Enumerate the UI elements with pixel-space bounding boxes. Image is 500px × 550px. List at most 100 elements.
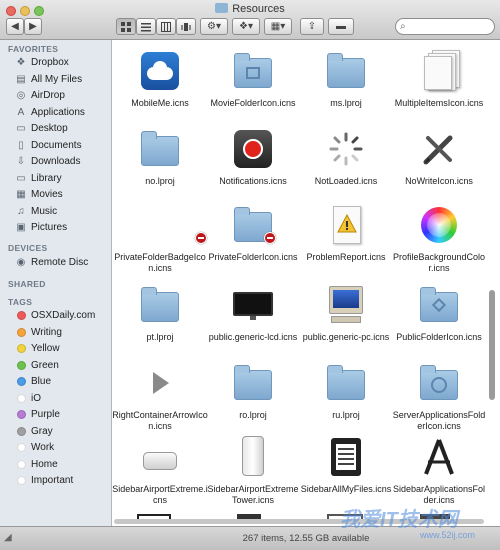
remote-disc-icon: ◉ <box>16 256 26 268</box>
file-item[interactable]: PrivateFolderIcon.icns <box>205 204 301 286</box>
file-item[interactable]: ru.lproj <box>298 362 394 444</box>
sidebar-item-label: Blue <box>31 375 52 387</box>
downloads-icon: ⇩ <box>16 155 26 167</box>
tag-color-dot <box>16 393 26 403</box>
tags-button[interactable]: ▬ <box>328 18 354 35</box>
movie-folder-icon <box>232 50 274 92</box>
file-item[interactable]: ServerApplicationsFolderIcon.icns <box>391 362 487 444</box>
sidebar-item-airdrop[interactable]: ◎ AirDrop <box>0 87 111 103</box>
pictures-icon: ▣ <box>16 221 26 233</box>
dropbox-icon: ❖▾ <box>239 21 253 32</box>
file-item[interactable]: pt.lproj <box>112 284 208 366</box>
forward-button[interactable]: ▶ <box>24 18 42 35</box>
file-item[interactable]: MultipleItemsIcon.icns <box>391 50 487 132</box>
sidebar-tag-green[interactable]: Green <box>0 357 111 373</box>
sidebar-item-label: iO <box>31 392 41 404</box>
file-name: ms.lproj <box>330 98 362 108</box>
file-item[interactable]: RightContainerArrowIcon.icns <box>112 362 208 444</box>
file-icon-grid: MobileMe.icns MovieFolderIcon.icns ms.lp… <box>112 40 500 526</box>
dropbox-menu-button[interactable]: ❖▾ <box>232 18 260 35</box>
cover-flow-button[interactable] <box>176 18 196 35</box>
tag-icon: ▬ <box>336 21 346 32</box>
sidebar-item-movies[interactable]: ▦ Movies <box>0 186 111 202</box>
file-item[interactable]: SidebarAirportExtreme.icns <box>112 436 208 518</box>
sidebar-item-documents[interactable]: ▯ Documents <box>0 137 111 153</box>
file-item[interactable]: public.generic-lcd.icns <box>205 284 301 366</box>
column-view-button[interactable] <box>156 18 176 35</box>
sidebar-tag-important[interactable]: Important <box>0 472 111 488</box>
file-item[interactable]: ProfileBackgroundColor.icns <box>391 204 487 286</box>
documents-icon: ▯ <box>18 139 24 151</box>
color-wheel-icon <box>418 204 460 246</box>
file-item[interactable]: SidebarAirportExtremeTower.icns <box>205 436 301 518</box>
favorites-heading: FAVORITES <box>8 44 59 54</box>
sidebar-tag-gray[interactable]: Gray <box>0 423 111 439</box>
sidebar-item-label: Movies <box>31 188 63 200</box>
folder-icon <box>139 128 181 170</box>
sidebar-item-downloads[interactable]: ⇩ Downloads <box>0 153 111 169</box>
icon-view-button[interactable] <box>116 18 136 35</box>
notifications-icon <box>232 128 274 170</box>
file-item[interactable]: MobileMe.icns <box>112 50 208 132</box>
back-button[interactable]: ◀ <box>6 18 24 35</box>
tags-heading: TAGS <box>8 297 33 307</box>
tag-color-dot <box>16 409 26 419</box>
sidebar-item-label: Home <box>31 458 58 470</box>
sidebar-tag-writing[interactable]: Writing <box>0 324 111 340</box>
resize-handle-icon[interactable]: ◢ <box>4 532 12 543</box>
sidebar-tag-osxdaily[interactable]: OSXDaily.com <box>0 307 111 323</box>
file-name: SidebarAirportExtremeTower.icns <box>207 484 299 505</box>
search-input[interactable] <box>395 18 495 35</box>
file-item[interactable]: ProblemReport.icns <box>298 204 394 286</box>
sidebar-tag-blue[interactable]: Blue <box>0 373 111 389</box>
file-item[interactable]: NotLoaded.icns <box>298 128 394 210</box>
file-item[interactable]: Notifications.icns <box>205 128 301 210</box>
action-menu-button[interactable]: ⚙▾ <box>200 18 228 35</box>
sidebar-item-label: AirDrop <box>31 89 65 101</box>
file-name: public.generic-lcd.icns <box>208 332 298 342</box>
file-item[interactable]: ro.lproj <box>205 362 301 444</box>
file-item[interactable]: no.lproj <box>112 128 208 210</box>
airport-extreme-icon <box>139 436 181 478</box>
sidebar-item-label: Green <box>31 359 59 371</box>
folder-icon <box>215 3 229 13</box>
sidebar-item-pictures[interactable]: ▣ Pictures <box>0 219 111 235</box>
file-item[interactable]: ms.lproj <box>298 50 394 132</box>
file-name: no.lproj <box>145 176 175 186</box>
share-button[interactable]: ⇪ <box>300 18 324 35</box>
search-icon: ⌕ <box>400 21 406 32</box>
sidebar-item-desktop[interactable]: ▭ Desktop <box>0 120 111 136</box>
sidebar-item-applications[interactable]: A Applications <box>0 104 111 120</box>
generic-pc-icon <box>325 284 367 326</box>
tag-color-dot <box>16 442 26 452</box>
sidebar-tag-io[interactable]: iO <box>0 390 111 406</box>
file-item[interactable]: PublicFolderIcon.icns <box>391 284 487 366</box>
sidebar-item-library[interactable]: ▭ Library <box>0 170 111 186</box>
sidebar-item-music[interactable]: ♫ Music <box>0 203 111 219</box>
file-item[interactable]: MovieFolderIcon.icns <box>205 50 301 132</box>
forward-arrow-icon: ▶ <box>29 21 37 32</box>
not-loaded-icon <box>325 128 367 170</box>
sidebar-tag-purple[interactable]: Purple <box>0 406 111 422</box>
sidebar-tag-yellow[interactable]: Yellow <box>0 340 111 356</box>
sidebar-item-label: Important <box>31 474 74 486</box>
file-name: public.generic-pc.icns <box>302 332 390 342</box>
list-view-button[interactable] <box>136 18 156 35</box>
sidebar-item-label: Downloads <box>31 155 81 167</box>
file-name: ru.lproj <box>332 410 360 420</box>
file-item[interactable]: PrivateFolderBadgeIcon.icns <box>112 204 208 286</box>
file-item[interactable]: NoWriteIcon.icns <box>391 128 487 210</box>
file-name: PrivateFolderIcon.icns <box>208 252 298 262</box>
vertical-scrollbar[interactable] <box>489 290 495 400</box>
sidebar-item-remote-disc[interactable]: ◉ Remote Disc <box>0 254 111 270</box>
file-item[interactable]: public.generic-pc.icns <box>298 284 394 366</box>
sidebar-item-dropbox[interactable]: ❖ Dropbox <box>0 54 111 70</box>
tag-color-dot <box>16 459 26 469</box>
shared-heading: SHARED <box>8 279 46 289</box>
column-view-icon <box>161 21 171 32</box>
sidebar-tag-home[interactable]: Home <box>0 456 111 472</box>
arrange-button[interactable]: ▦▾ <box>264 18 292 35</box>
sidebar-item-all-my-files[interactable]: ▤ All My Files <box>0 71 111 87</box>
private-badge-icon <box>139 204 207 246</box>
sidebar-tag-work[interactable]: Work <box>0 439 111 455</box>
